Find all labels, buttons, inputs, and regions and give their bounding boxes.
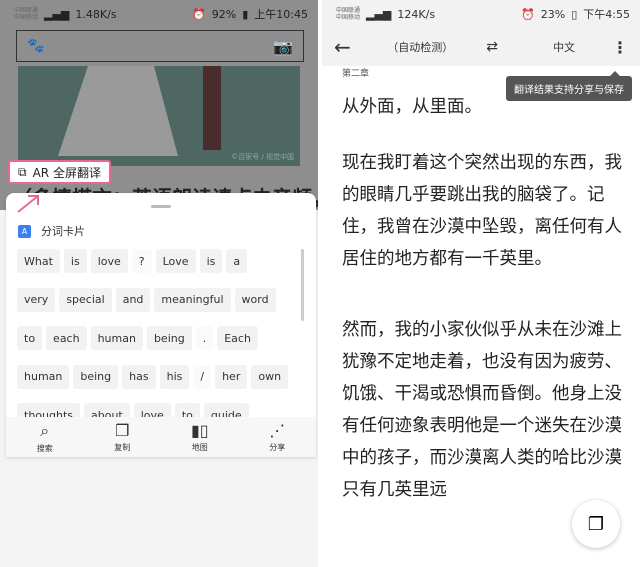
word-chip[interactable]: Love [155,249,196,273]
word-chip[interactable]: special [59,287,112,312]
carrier-1: 中国联通 [14,7,39,14]
word-chip[interactable]: love [90,249,128,273]
word-chip-list: What is love? Love is a very special and meaningf… [17,249,297,442]
word-chip[interactable]: to [17,326,43,350]
word-chip[interactable]: being [146,326,192,350]
share-icon: ⋰ [269,421,286,440]
carrier-2: 中国移动 [336,14,361,21]
word-chip[interactable]: Each [217,326,258,350]
drag-handle[interactable] [151,205,171,208]
action-label: 搜索 [36,443,53,453]
action-map[interactable]: ▮▯ 地图 [161,417,239,457]
action-label: 地图 [191,443,208,452]
translated-paragraph: 然而，我的小家伙似乎从未在沙滩上犹豫不定地走着，也没有因为疲劳、饥饿、干渴或恐惧… [342,320,622,500]
signal-icon: ▂▄▆ [44,7,70,21]
clock: 上午10:45 [254,8,308,21]
target-language[interactable]: 中文 [516,39,612,55]
word-row: to each human being. Each [17,326,297,365]
action-label: 分享 [269,443,286,452]
search-icon: ⌕ [40,420,50,440]
word-chip[interactable]: each [46,326,87,350]
net-speed: 124K/s [397,7,436,21]
search-input[interactable]: 🐾 📷 [16,30,304,62]
more-menu-icon[interactable]: ⋮ [612,38,628,57]
alarm-icon: ⏰ [192,7,206,21]
word-card-sheet: A 分词卡片 What is love? Love is a very special and me… [6,193,316,457]
word-chip[interactable]: her [215,364,248,389]
camera-icon[interactable]: 📷 [273,37,293,56]
baidu-paw-icon: 🐾 [27,38,45,54]
word-chip[interactable]: own [251,364,289,389]
word-chip[interactable]: a [226,249,248,273]
action-copy[interactable]: ❐ 复制 [84,417,162,457]
word-chip[interactable]: / [193,364,212,389]
word-chip[interactable]: has [122,364,156,389]
net-speed: 1.48K/s [75,7,117,21]
signal-icon: ▂▄▆ [366,7,392,21]
word-chip[interactable]: meaningful [154,287,231,312]
carrier-2: 中国移动 [14,14,39,21]
alarm-icon: ⏰ [521,7,535,21]
scrollbar[interactable] [301,249,304,321]
translated-paragraph: 现在我盯着这个突然出现的东西，我的眼睛几乎要跳出我的脑袋了。记住，我曾在沙漠中坠… [342,153,622,269]
word-row: human being has his / her own [17,364,297,404]
pointer-arrow-icon [17,195,39,213]
word-card-icon: A [18,224,31,238]
battery-icon: ▯ [571,7,578,21]
card-title: 分词卡片 [41,225,85,238]
copy-icon: ❐ [115,421,130,440]
word-chip[interactable]: and [115,287,151,312]
ar-button-label: AR 全屏翻译 [32,165,101,180]
word-chip[interactable]: is [199,249,223,273]
chapter-heading: 第二章 [342,69,370,79]
action-label: 复制 [114,443,131,452]
action-search[interactable]: ⌕ 搜索 [6,417,84,457]
image-credit: ©百家号 / 视觉中国 [231,153,294,161]
left-screen: 中国联通 中国移动 ▂▄▆ 1.48K/s ⏰ 92% ▮ 上午10:45 🐾 📷 ©百家号 … [0,0,318,567]
copy-fab[interactable]: ❐ [572,500,620,548]
right-screen: 中国联通 中国移动 ▂▄▆ 124K/s ⏰ 23% ▯ 下午4:55 ← （自动检测） ⇄… [322,0,640,567]
copy-icon: ❐ [587,513,605,535]
word-chip[interactable]: word [234,287,276,312]
word-chip[interactable]: being [73,364,119,389]
word-row: very special and meaningful word [17,287,297,327]
battery-level: 23% [540,7,566,21]
word-row: What is love? Love is a [17,249,297,288]
word-chip[interactable]: very [17,287,56,312]
word-chip[interactable]: ? [131,249,152,273]
word-chip[interactable]: What [17,249,60,273]
clock: 下午4:55 [583,8,630,21]
translate-icon: ⧉ [18,164,27,179]
word-chip[interactable]: his [159,364,190,389]
source-language[interactable]: （自动检测） [372,39,468,55]
translate-toolbar: ← （自动检测） ⇄ 中文 ⋮ [322,28,640,66]
article-image: ©百家号 / 视觉中国 [18,66,300,166]
word-chip[interactable]: . [195,326,214,350]
word-chip[interactable]: human [17,364,70,389]
back-arrow-icon[interactable]: ← [334,35,372,59]
status-bar: 中国联通 中国移动 ▂▄▆ 124K/s ⏰ 23% ▯ 下午4:55 [322,0,640,28]
battery-icon: ▮ [242,7,249,21]
word-chip[interactable]: human [90,326,143,350]
swap-languages-icon[interactable]: ⇄ [468,39,516,55]
action-share[interactable]: ⋰ 分享 [239,417,317,457]
word-chip[interactable]: is [63,249,87,273]
ar-fullscreen-translate-button[interactable]: ⧉ AR 全屏翻译 [8,160,111,184]
battery-level: 92% [211,7,237,21]
bottom-action-bar: ⌕ 搜索 ❐ 复制 ▮▯ 地图 ⋰ 分享 [6,417,316,457]
translated-paragraph: 从外面，从里面。 [342,97,482,117]
status-bar: 中国联通 中国移动 ▂▄▆ 1.48K/s ⏰ 92% ▮ 上午10:45 [0,0,318,28]
carrier-1: 中国联通 [336,7,361,14]
map-icon: ▮▯ [190,421,209,440]
